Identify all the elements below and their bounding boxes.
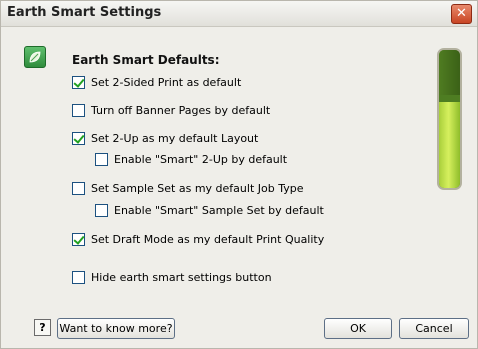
checkbox-draft-mode[interactable] xyxy=(72,233,85,246)
option-draft-mode[interactable]: Set Draft Mode as my default Print Quali… xyxy=(72,232,324,247)
option-2sided-print[interactable]: Set 2-Sided Print as default xyxy=(72,75,241,90)
option-sample-set[interactable]: Set Sample Set as my default Job Type xyxy=(72,181,303,196)
checkbox-sample-set[interactable] xyxy=(72,182,85,195)
window-title: Earth Smart Settings xyxy=(7,5,162,20)
option-label: Set 2-Up as my default Layout xyxy=(91,132,259,145)
want-to-know-more-button[interactable]: Want to know more? xyxy=(57,318,175,339)
option-label: Enable "Smart" Sample Set by default xyxy=(114,204,324,217)
option-label: Turn off Banner Pages by default xyxy=(91,104,271,117)
option-hide-button[interactable]: Hide earth smart settings button xyxy=(72,270,272,285)
option-label: Set Sample Set as my default Job Type xyxy=(91,182,304,195)
gauge-empty xyxy=(439,50,460,95)
section-title: Earth Smart Defaults: xyxy=(72,53,220,67)
leaf-icon xyxy=(24,46,46,68)
option-label: Set 2-Sided Print as default xyxy=(91,76,242,89)
checkbox-smart-2up[interactable] xyxy=(95,153,108,166)
checkbox-hide-button[interactable] xyxy=(72,271,85,284)
ok-button[interactable]: OK xyxy=(324,318,392,339)
checkbox-banner-pages[interactable] xyxy=(72,104,85,117)
option-smart-2up[interactable]: Enable "Smart" 2-Up by default xyxy=(95,152,287,167)
option-banner-pages[interactable]: Turn off Banner Pages by default xyxy=(72,103,270,118)
cancel-button[interactable]: Cancel xyxy=(399,318,469,339)
help-icon: ? xyxy=(39,321,46,334)
earth-smart-settings-dialog: Earth Smart Settings ✕ Earth Smart Defau… xyxy=(0,0,478,349)
option-label: Hide earth smart settings button xyxy=(91,271,272,284)
earth-smart-gauge xyxy=(437,48,462,190)
option-label: Enable "Smart" 2-Up by default xyxy=(114,153,288,166)
gauge-fill xyxy=(439,102,460,188)
checkbox-smart-sample-set[interactable] xyxy=(95,204,108,217)
title-bar: Earth Smart Settings ✕ xyxy=(1,1,477,27)
help-button[interactable]: ? xyxy=(34,319,51,336)
close-icon: ✕ xyxy=(456,6,467,21)
option-2up-layout[interactable]: Set 2-Up as my default Layout xyxy=(72,131,258,146)
close-button[interactable]: ✕ xyxy=(451,4,472,24)
checkbox-2up-layout[interactable] xyxy=(72,132,85,145)
checkbox-2sided-print[interactable] xyxy=(72,76,85,89)
option-smart-sample-set[interactable]: Enable "Smart" Sample Set by default xyxy=(95,203,324,218)
option-label: Set Draft Mode as my default Print Quali… xyxy=(91,233,325,246)
